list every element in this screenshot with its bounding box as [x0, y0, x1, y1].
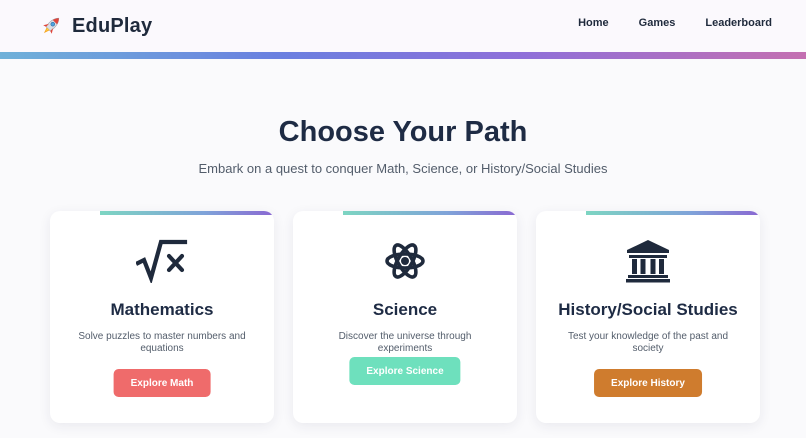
- card-title: Mathematics: [110, 300, 214, 319]
- nav-link-leaderboard[interactable]: Leaderboard: [705, 17, 772, 29]
- page-subtitle: Embark on a quest to conquer Math, Scien…: [198, 161, 608, 176]
- museum-icon: [626, 240, 670, 283]
- brand-logo[interactable]: EduPlay: [38, 12, 152, 40]
- explore-science-button[interactable]: Explore Science: [349, 357, 461, 385]
- explore-history-button[interactable]: Explore History: [594, 369, 702, 397]
- card-description: Solve puzzles to master numbers and equa…: [78, 331, 246, 354]
- card-description: Test your knowledge of the past and soci…: [567, 331, 729, 354]
- rocket-icon: [43, 17, 60, 34]
- explore-math-button[interactable]: Explore Math: [113, 369, 211, 397]
- card-accent-bar: [343, 211, 517, 215]
- card-title: Science: [372, 300, 438, 319]
- card-accent-bar: [100, 211, 274, 215]
- atom-icon: [385, 243, 425, 279]
- subject-card-history[interactable]: History/Social Studies Test your knowled…: [536, 211, 760, 423]
- nav-link-home[interactable]: Home: [578, 17, 609, 29]
- square-root-icon: [136, 239, 188, 283]
- main-nav: Home Games Leaderboard: [578, 17, 772, 29]
- card-description: Discover the universe through experiment…: [338, 331, 472, 354]
- site-header: EduPlay Home Games Leaderboard: [0, 0, 806, 52]
- subject-card-science[interactable]: Science Discover the universe through ex…: [293, 211, 517, 423]
- card-accent-bar: [586, 211, 760, 215]
- page-title: Choose Your Path: [278, 116, 528, 148]
- nav-link-games[interactable]: Games: [639, 17, 676, 29]
- header-gradient-bar: [0, 52, 806, 59]
- card-title: History/Social Studies: [558, 300, 738, 319]
- subject-card-math[interactable]: Mathematics Solve puzzles to master numb…: [50, 211, 274, 423]
- brand-name: EduPlay: [72, 14, 153, 37]
